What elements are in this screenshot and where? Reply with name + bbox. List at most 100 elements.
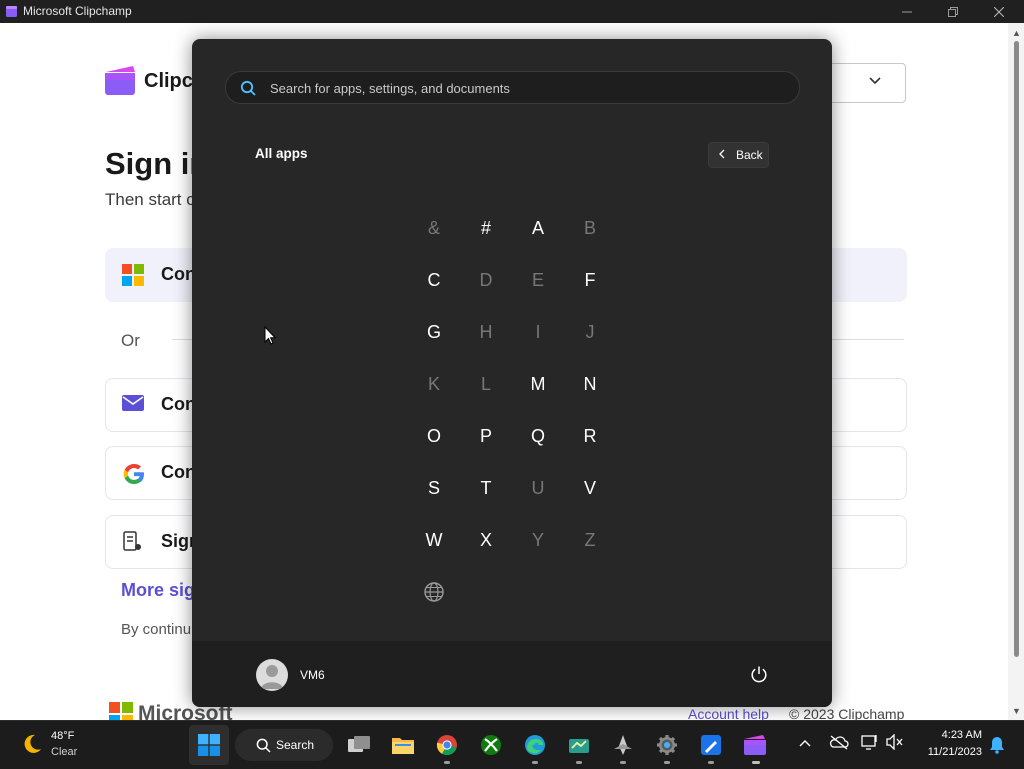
letter-button[interactable]: C bbox=[408, 254, 460, 306]
globe-icon[interactable] bbox=[408, 566, 460, 618]
restore-button[interactable] bbox=[930, 0, 976, 23]
scroll-up-icon[interactable]: ▲ bbox=[1012, 28, 1021, 38]
letter-button: K bbox=[427, 373, 440, 394]
continue-google-label: Con bbox=[161, 462, 196, 482]
letter-button: & bbox=[427, 217, 440, 238]
microsoft-icon bbox=[122, 264, 144, 286]
all-apps-heading: All apps bbox=[255, 146, 308, 161]
letter-button: I bbox=[535, 321, 541, 342]
xbox-icon bbox=[481, 735, 501, 755]
clipchamp-icon bbox=[6, 6, 17, 17]
google-icon bbox=[123, 464, 144, 484]
clock-date[interactable]: 11/21/2023 bbox=[912, 746, 982, 758]
letter-button: U bbox=[531, 477, 545, 498]
show-hidden-icons-icon[interactable] bbox=[799, 739, 811, 747]
page-subtitle: Then start c bbox=[105, 190, 195, 209]
letter-button[interactable]: # bbox=[460, 202, 512, 254]
app-icon bbox=[569, 739, 589, 753]
weather-temperature[interactable]: 48°F bbox=[51, 730, 74, 742]
close-button[interactable] bbox=[976, 0, 1022, 23]
settings-button[interactable] bbox=[647, 725, 687, 765]
letter-button: L bbox=[480, 373, 491, 394]
user-avatar[interactable] bbox=[256, 659, 288, 691]
task-view-button[interactable] bbox=[339, 725, 379, 765]
weather-condition[interactable]: Clear bbox=[51, 746, 77, 758]
letter-button: E bbox=[531, 269, 544, 290]
letter-button[interactable]: N bbox=[564, 358, 616, 410]
back-button-label: Back bbox=[736, 148, 763, 162]
app-icon bbox=[701, 735, 721, 755]
letter-button[interactable]: P bbox=[460, 410, 512, 462]
letter-button: B bbox=[583, 217, 596, 238]
settings-icon bbox=[657, 735, 677, 755]
user-icon bbox=[261, 665, 283, 689]
power-icon[interactable] bbox=[750, 665, 768, 683]
terms-text: By continu bbox=[121, 621, 192, 638]
page-scrollbar[interactable]: ▲ ▼ bbox=[1008, 23, 1024, 720]
chrome-button[interactable] bbox=[427, 725, 467, 765]
more-sign-in-options-link[interactable]: More sig bbox=[121, 580, 195, 601]
letter-button[interactable]: A bbox=[512, 202, 564, 254]
start-search-input[interactable] bbox=[268, 77, 792, 99]
letter-button[interactable]: G bbox=[408, 306, 460, 358]
user-name[interactable]: VM6 bbox=[300, 668, 325, 682]
start-menu-footer: VM6 bbox=[192, 641, 832, 707]
back-button[interactable]: Back bbox=[708, 142, 769, 168]
notification-bell-icon[interactable] bbox=[989, 736, 1005, 754]
restore-icon bbox=[948, 6, 958, 17]
letter-button: D bbox=[479, 269, 493, 290]
letter-button[interactable]: Q bbox=[512, 410, 564, 462]
letter-button[interactable]: W bbox=[408, 514, 460, 566]
language-dropdown[interactable] bbox=[820, 63, 906, 103]
taskbar-app-button[interactable] bbox=[603, 725, 643, 765]
minimize-button[interactable] bbox=[884, 0, 930, 23]
onedrive-icon[interactable] bbox=[829, 734, 849, 750]
letter-button[interactable]: T bbox=[460, 462, 512, 514]
window-title-bar: Microsoft Clipchamp bbox=[0, 0, 1024, 23]
letter-button[interactable]: X bbox=[460, 514, 512, 566]
chevron-left-icon bbox=[719, 149, 725, 159]
file-explorer-button[interactable] bbox=[383, 725, 423, 765]
window-title: Microsoft Clipchamp bbox=[23, 4, 132, 18]
clipchamp-logo-icon bbox=[105, 66, 135, 95]
taskbar: 48°F Clear Search 4:23 AM 11/21/2023 bbox=[0, 720, 1024, 769]
letter-button[interactable]: O bbox=[408, 410, 460, 462]
clipchamp-taskbar-button[interactable] bbox=[735, 725, 775, 765]
scroll-down-icon[interactable]: ▼ bbox=[1012, 706, 1021, 716]
letter-button: Y bbox=[531, 529, 544, 550]
letter-button: H bbox=[479, 321, 493, 342]
app-icon bbox=[614, 735, 632, 755]
start-menu: All apps Back &#AB CD EF GH I J K LMN OPQR STUV WX… bbox=[192, 39, 832, 707]
letter-button[interactable]: M bbox=[512, 358, 564, 410]
close-icon bbox=[994, 6, 1004, 17]
search-icon bbox=[240, 80, 256, 96]
edge-icon bbox=[525, 735, 545, 755]
scroll-thumb[interactable] bbox=[1014, 41, 1019, 657]
chrome-icon bbox=[436, 735, 457, 755]
letter-button: J bbox=[585, 321, 595, 342]
taskbar-search[interactable]: Search bbox=[235, 729, 333, 761]
chevron-down-icon bbox=[869, 77, 881, 85]
mouse-cursor-icon bbox=[264, 326, 276, 345]
volume-muted-icon[interactable] bbox=[886, 734, 904, 750]
start-button[interactable] bbox=[189, 725, 229, 765]
or-divider-text: Or bbox=[121, 331, 140, 350]
network-icon[interactable] bbox=[861, 734, 879, 750]
task-view-icon bbox=[348, 736, 370, 752]
letter-button[interactable]: R bbox=[564, 410, 616, 462]
taskbar-search-label: Search bbox=[276, 738, 315, 752]
clipchamp-icon bbox=[744, 735, 766, 755]
minimize-icon bbox=[902, 11, 912, 12]
start-search-box[interactable] bbox=[225, 71, 800, 104]
clock-time[interactable]: 4:23 AM bbox=[920, 729, 982, 741]
letter-button[interactable]: V bbox=[564, 462, 616, 514]
windows-icon bbox=[198, 734, 220, 756]
continue-email-label: Con bbox=[161, 394, 196, 414]
letter-button[interactable]: S bbox=[408, 462, 460, 514]
taskbar-app-button[interactable] bbox=[691, 725, 731, 765]
letter-button[interactable]: F bbox=[564, 254, 616, 306]
xbox-button[interactable] bbox=[471, 725, 511, 765]
continue-microsoft-label: Con bbox=[161, 264, 196, 284]
edge-button[interactable] bbox=[515, 725, 555, 765]
taskbar-app-button[interactable] bbox=[559, 725, 599, 765]
